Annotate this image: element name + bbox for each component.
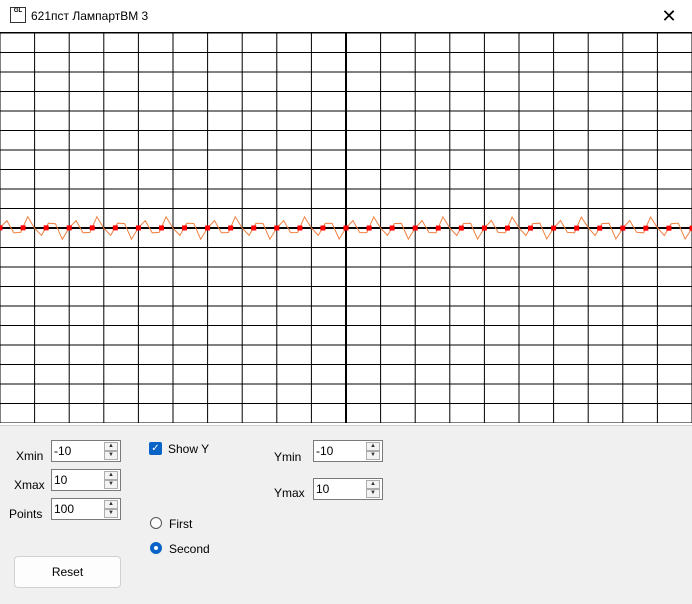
xmin-down-button[interactable]: ▼ (104, 451, 118, 460)
plot-canvas[interactable] (0, 32, 692, 426)
ymin-input[interactable] (316, 443, 364, 459)
ymax-spinbox[interactable]: ▲▼ (313, 478, 383, 500)
data-point-marker (320, 225, 326, 231)
data-point-marker (43, 225, 49, 231)
data-point-marker (66, 225, 72, 231)
data-point-marker (504, 225, 510, 231)
data-point-marker (551, 225, 557, 231)
window-title: 621пст ЛампартВМ 3 (31, 9, 149, 23)
ymax-down-button[interactable]: ▼ (366, 489, 380, 498)
title-bar: GL 621пст ЛампартВМ 3 ✕ (0, 0, 692, 32)
points-down-button[interactable]: ▼ (104, 509, 118, 518)
ymin-label: Ymin (274, 450, 302, 464)
data-point-marker (297, 225, 303, 231)
data-point-marker (135, 225, 141, 231)
data-point-marker (597, 225, 603, 231)
plot-svg (0, 33, 692, 423)
radio-first[interactable] (150, 517, 162, 529)
data-point-marker (251, 225, 257, 231)
checkmark-icon: ✓ (151, 443, 160, 454)
points-up-button[interactable]: ▲ (104, 500, 118, 509)
show-y-label[interactable]: Show Y (168, 442, 209, 456)
close-button[interactable]: ✕ (646, 0, 692, 32)
data-point-marker (458, 225, 464, 231)
data-point-marker (481, 225, 487, 231)
ymax-label: Ymax (274, 486, 305, 500)
ymax-input[interactable] (316, 481, 364, 497)
reset-button[interactable]: Reset (14, 556, 121, 588)
data-point-marker (89, 225, 95, 231)
points-input[interactable] (54, 501, 102, 517)
data-point-marker (205, 225, 211, 231)
close-icon: ✕ (661, 5, 677, 26)
ymax-up-button[interactable]: ▲ (366, 480, 380, 489)
xmax-down-button[interactable]: ▼ (104, 480, 118, 489)
data-point-marker (228, 225, 234, 231)
data-point-marker (366, 225, 372, 231)
xmin-spinbox[interactable]: ▲▼ (51, 440, 121, 462)
xmax-input[interactable] (54, 472, 102, 488)
points-label: Points (9, 507, 43, 521)
data-point-marker (574, 225, 580, 231)
app-icon: GL (10, 7, 26, 23)
data-point-marker (620, 225, 626, 231)
data-point-marker (643, 225, 649, 231)
data-point-marker (0, 225, 3, 231)
ymin-spinbox[interactable]: ▲▼ (313, 440, 383, 462)
xmax-spinbox[interactable]: ▲▼ (51, 469, 121, 491)
data-point-marker (389, 225, 395, 231)
data-point-marker (666, 225, 672, 231)
data-point-marker (435, 225, 441, 231)
data-point-marker (182, 225, 188, 231)
data-point-marker (274, 225, 280, 231)
xmax-label: Xmax (14, 478, 45, 492)
xmax-up-button[interactable]: ▲ (104, 471, 118, 480)
data-point-marker (112, 225, 118, 231)
show-y-checkbox[interactable]: ✓ (149, 442, 162, 455)
xmin-label: Xmin (16, 449, 44, 463)
ymin-up-button[interactable]: ▲ (366, 442, 380, 451)
xmin-up-button[interactable]: ▲ (104, 442, 118, 451)
data-point-marker (528, 225, 534, 231)
data-point-marker (20, 225, 26, 231)
data-point-marker (158, 225, 164, 231)
points-spinbox[interactable]: ▲▼ (51, 498, 121, 520)
radio-second[interactable] (150, 542, 162, 554)
radio-second-label[interactable]: Second (169, 542, 210, 556)
data-point-marker (343, 225, 349, 231)
radio-first-label[interactable]: First (169, 517, 192, 531)
data-point-marker (412, 225, 418, 231)
ymin-down-button[interactable]: ▼ (366, 451, 380, 460)
xmin-input[interactable] (54, 443, 102, 459)
